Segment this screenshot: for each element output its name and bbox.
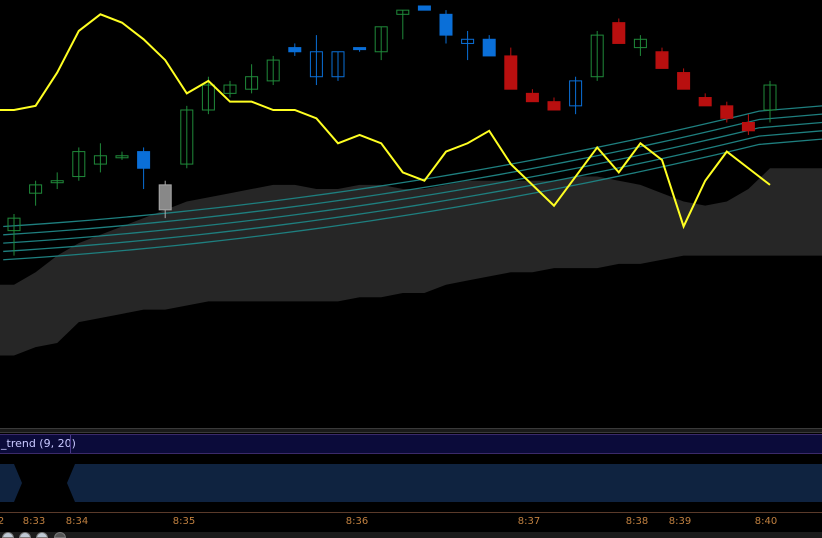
candle-body [482, 38, 496, 57]
indicator-header: _trend (9, 20) [0, 434, 822, 454]
candle-body [720, 105, 734, 119]
candle-body [612, 22, 626, 44]
candle-body [353, 47, 367, 51]
candle-body [288, 47, 302, 53]
time-tick: 8:34 [65, 516, 89, 527]
time-tick: 8:37 [517, 516, 541, 527]
chart-toolbar [0, 532, 822, 538]
zoom-out-icon[interactable] [19, 532, 31, 538]
candle-body [655, 51, 669, 69]
candle-body [439, 13, 453, 36]
candle-body [547, 101, 561, 111]
time-tick: 8:36 [345, 516, 369, 527]
trend-band-2 [67, 464, 822, 502]
candle-body [525, 92, 539, 103]
time-tick: 8:35 [172, 516, 196, 527]
candle-body [504, 55, 518, 90]
time-axis: 2 8:33 8:34 8:35 8:36 8:37 8:38 8:39 8:4… [0, 512, 822, 532]
candle-body [137, 151, 151, 169]
candle-body [698, 97, 712, 107]
trend-indicator-plot [0, 464, 822, 502]
trend-band-1 [0, 464, 22, 502]
candle-body [741, 121, 755, 132]
candle-body [417, 5, 431, 11]
candle-body [158, 184, 172, 211]
indicator-pane[interactable] [0, 455, 822, 511]
time-tick: 2 [0, 516, 5, 527]
price-chart[interactable] [0, 0, 822, 428]
candle-body [677, 72, 691, 90]
indicator-header-divider [70, 435, 71, 453]
time-tick: 8:40 [754, 516, 778, 527]
pan-icon[interactable] [54, 532, 66, 538]
time-tick: 8:39 [668, 516, 692, 527]
time-tick: 8:38 [625, 516, 649, 527]
zoom-in-icon[interactable] [2, 532, 14, 538]
time-tick: 8:33 [22, 516, 46, 527]
pane-splitter[interactable] [0, 428, 822, 433]
reset-icon[interactable] [36, 532, 48, 538]
indicator-title: _trend (9, 20) [1, 437, 76, 450]
